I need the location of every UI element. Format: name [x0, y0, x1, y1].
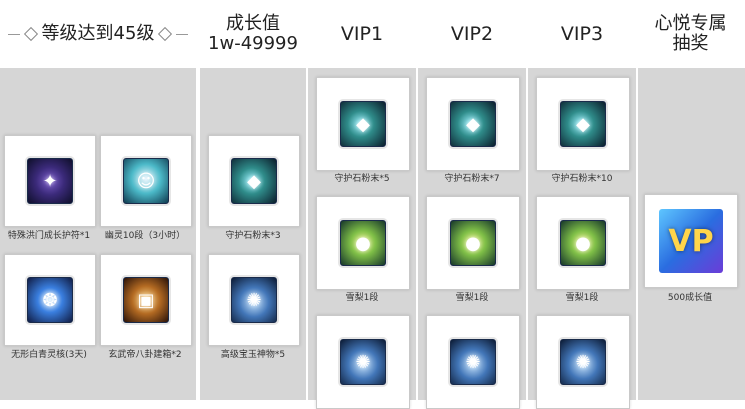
header-vip1: VIP1: [308, 0, 416, 68]
reward-label: 特殊洪门成长护符*1: [7, 231, 91, 241]
diamond-icon: [158, 26, 173, 42]
reward-label: 守护石粉末*7: [444, 174, 500, 184]
header-vip3-label: VIP3: [560, 23, 604, 45]
vip3-column: ◆ 守护石粉末*10 ● 雪梨1段 ✺: [528, 68, 636, 409]
reward-card[interactable]: ✺: [208, 254, 300, 346]
pear-icon: ●: [450, 220, 496, 266]
pear-icon: ●: [560, 220, 606, 266]
growth-column: ◆ 守护石粉末*3 ✺ 高级宝玉神物*5: [200, 68, 306, 400]
reward-card[interactable]: ❂: [4, 254, 96, 346]
ghost-icon: ☺: [123, 158, 169, 204]
holy-item-icon: ✺: [231, 277, 277, 323]
pear-icon: ●: [340, 220, 386, 266]
holy-item-icon: ✺: [560, 339, 606, 385]
reward-label: 玄武帝八卦建箱*2: [108, 350, 182, 360]
header-vip3: VIP3: [528, 0, 636, 68]
reward-card[interactable]: ✦: [4, 135, 96, 227]
reward-label: 守护石粉末*5: [334, 174, 390, 184]
reward-card[interactable]: ▣: [100, 254, 192, 346]
header-vip2-label: VIP2: [450, 23, 494, 45]
chest-icon: ▣: [123, 277, 169, 323]
reward-card[interactable]: ◆: [316, 77, 410, 171]
reward-card[interactable]: ◆: [426, 77, 520, 171]
header-growth: 成长值 1w-49999: [200, 0, 306, 68]
divider-line: [7, 33, 20, 35]
reward-card[interactable]: ✺: [536, 315, 630, 409]
header-vip2: VIP2: [418, 0, 526, 68]
reward-card[interactable]: ✺: [316, 315, 410, 409]
level-column: ✦ 特殊洪门成长护符*1 ☺ 幽灵10段（3小时） ❂ 无形白青灵核(3天) ▣…: [0, 68, 196, 400]
vip2-column: ◆ 守护石粉末*7 ● 雪梨1段 ✺: [418, 68, 526, 409]
divider-line: [176, 33, 189, 35]
holy-item-icon: ✺: [450, 339, 496, 385]
reward-label: 守护石粉末*3: [225, 231, 281, 241]
reward-label: 500成长值: [667, 293, 713, 303]
reward-label: 雪梨1段: [455, 293, 489, 303]
gem-icon: ◆: [231, 158, 277, 204]
gem-icon: ◆: [560, 101, 606, 147]
header-vip1-label: VIP1: [340, 23, 384, 45]
gem-icon: ◆: [340, 101, 386, 147]
header-lottery-line2: 抽奖: [672, 33, 709, 54]
reward-card[interactable]: VP: [644, 194, 738, 288]
reward-label: 无形白青灵核(3天): [11, 350, 87, 360]
header-level-label: 等级达到45级: [41, 23, 155, 44]
diamond-icon: [23, 26, 38, 42]
header-lottery-line1: 心悦专属: [654, 13, 727, 34]
belt-icon: ✦: [27, 158, 73, 204]
reward-card[interactable]: ☺: [100, 135, 192, 227]
header-lottery: 心悦专属 抽奖: [636, 0, 745, 68]
lottery-column: VP 500成长值: [638, 68, 745, 400]
vip1-column: ◆ 守护石粉末*5 ● 雪梨1段 ✺: [308, 68, 416, 409]
reward-label: 雪梨1段: [345, 293, 379, 303]
reward-card[interactable]: ◆: [536, 77, 630, 171]
header-level: 等级达到45级: [0, 0, 196, 68]
reward-card[interactable]: ●: [316, 196, 410, 290]
reward-card[interactable]: ◆: [208, 135, 300, 227]
reward-card[interactable]: ●: [426, 196, 520, 290]
reward-label: 雪梨1段: [565, 293, 599, 303]
reward-label: 幽灵10段（3小时）: [104, 231, 186, 241]
reward-label: 守护石粉末*10: [551, 174, 613, 184]
header-growth-title: 成长值: [226, 13, 280, 34]
reward-label: 高级宝玉神物*5: [220, 350, 286, 360]
core-icon: ❂: [27, 277, 73, 323]
vip-badge-icon: VP: [659, 209, 723, 273]
reward-card[interactable]: ✺: [426, 315, 520, 409]
gem-icon: ◆: [450, 101, 496, 147]
header-growth-range: 1w-49999: [208, 33, 298, 54]
holy-item-icon: ✺: [340, 339, 386, 385]
reward-card[interactable]: ●: [536, 196, 630, 290]
